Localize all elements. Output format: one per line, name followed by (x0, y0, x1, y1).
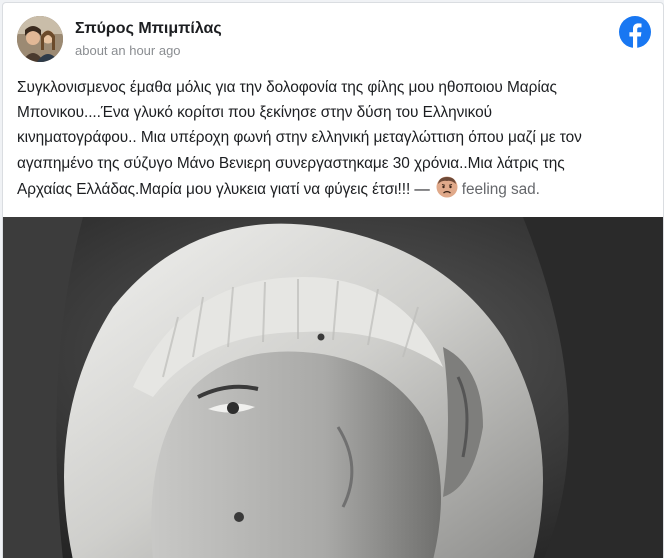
post-text-line: Συγκλονισμενος έμαθα μόλις για την δολοφ… (17, 79, 557, 96)
post-text-line: Αρχαίας Ελλάδας.Μαρία μου γλυκεια γιατί … (17, 180, 430, 198)
post-timestamp[interactable]: about an hour ago (75, 43, 181, 58)
post-text-line: κινηματογράφου.. Μια υπέροχη φωνή στην ε… (17, 129, 582, 147)
post-text-line: Μπονικου....Ένα γλυκό κορίτσι που ξεκίνη… (17, 104, 492, 122)
post-text-line: αγαπημένο της σύζυγο Μάνο Βενιερη συνεργ… (17, 154, 565, 172)
post-message: Συγκλονισμενος έμαθα μόλις για την δολοφ… (17, 75, 649, 202)
sad-face-emoji-icon (436, 176, 458, 198)
author-avatar[interactable] (17, 16, 63, 62)
post-header: Σπύρος Μπιμπίλας about an hour ago (3, 3, 663, 73)
avatar-photo (17, 16, 63, 62)
portrait-photo (3, 217, 663, 558)
author-name[interactable]: Σπύρος Μπιμπίλας (75, 20, 222, 38)
post-text-last-line: Αρχαίας Ελλάδας.Μαρία μου γλυκεια γιατί … (17, 176, 649, 202)
feeling-status[interactable]: feeling sad. (462, 181, 540, 198)
facebook-post-card: Σπύρος Μπιμπίλας about an hour ago Συγκλ… (2, 2, 664, 558)
post-photo[interactable] (3, 217, 663, 558)
facebook-logo-icon[interactable] (619, 16, 651, 48)
